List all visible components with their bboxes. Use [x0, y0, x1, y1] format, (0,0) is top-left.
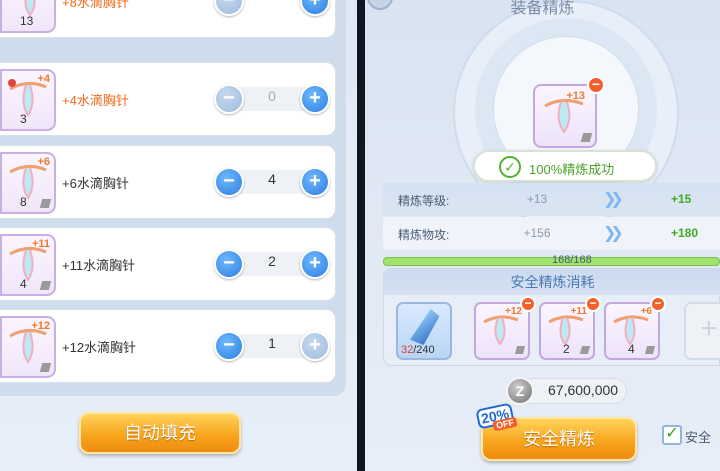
arrow-right-icon: ❯❯ — [603, 225, 624, 242]
plus-icon: + — [700, 312, 718, 345]
minus-button[interactable]: − — [214, 84, 244, 114]
zeny-cost-value: 67,600,000 — [548, 382, 619, 398]
item-name: +6水滴胸针 — [62, 176, 129, 191]
stat-label: 精炼等级: — [398, 194, 450, 208]
plus-button[interactable]: + — [300, 249, 330, 279]
stat-label: 精炼物攻: — [398, 228, 450, 242]
material-count: 2 — [563, 342, 570, 356]
quantity-stepper: 1 − + — [214, 331, 330, 361]
quantity-value: 4 — [268, 171, 276, 187]
quantity-value: 0 — [268, 88, 276, 104]
refine-panel: 装备精炼 +13 − ✓ 100%精炼成功 精炼等级: +13 ❯❯ +15 精… — [365, 0, 720, 471]
material-slot[interactable]: +11 2 − — [539, 296, 601, 360]
item-count: 8 — [20, 195, 27, 209]
equipment-slot[interactable]: +13 − — [533, 76, 605, 148]
zeny-coin-icon: Z — [506, 377, 534, 405]
item-icon[interactable]: +6 8 — [0, 152, 56, 214]
refine-level-row: 精炼等级: +13 ❯❯ +15 — [383, 183, 720, 216]
list-item: 13 +8水滴胸针 − + — [0, 0, 336, 38]
crystal-icon — [408, 309, 442, 345]
remove-icon[interactable]: − — [520, 296, 536, 312]
plus-button[interactable]: + — [300, 84, 330, 114]
success-rate-badge: ✓ 100%精炼成功 — [473, 150, 657, 182]
refine-level: +12 — [505, 306, 522, 317]
minus-button[interactable]: − — [214, 331, 244, 361]
stat-from: +156 — [523, 226, 551, 240]
material-slot[interactable]: +12 − — [474, 296, 536, 360]
item-icon[interactable]: +4 3 — [0, 69, 56, 131]
item-name: +12水滴胸针 — [62, 340, 137, 355]
item-icon[interactable]: 13 — [0, 0, 56, 33]
quantity-stepper: − + — [214, 0, 330, 16]
remove-icon[interactable]: − — [585, 296, 601, 312]
list-item: +11 4 +11水滴胸针 2 − + — [0, 227, 336, 301]
safe-checkbox[interactable]: ✓ — [662, 425, 682, 445]
safe-label: 安全 — [685, 430, 712, 445]
discount-badge: 20% OFF — [473, 402, 523, 434]
refine-level: +6 — [37, 156, 50, 168]
remove-icon[interactable]: − — [587, 76, 605, 94]
check-icon: ✓ — [499, 156, 521, 178]
crystal-count: 32/240 — [401, 344, 435, 356]
material-selection-panel: 13 +8水滴胸针 − + +4 3 +4水滴胸针 0 − + +6 8 +6水… — [0, 0, 357, 471]
success-rate-text: 100%精炼成功 — [529, 162, 615, 177]
item-icon[interactable]: +12 — [0, 316, 56, 378]
refine-level: +4 — [37, 73, 50, 85]
progress-text: 168/168 — [552, 254, 592, 266]
refine-level: +12 — [31, 320, 50, 332]
quantity-stepper: 2 − + — [214, 249, 330, 279]
item-name: +11水滴胸针 — [62, 258, 136, 273]
panel-title: 装备精炼 — [510, 0, 575, 17]
quantity-stepper: 0 − + — [214, 84, 330, 114]
item-icon[interactable]: +11 4 — [0, 234, 56, 296]
crystal-slot[interactable]: 32/240 — [396, 302, 452, 360]
stat-to: +180 — [671, 226, 699, 240]
plus-button[interactable]: + — [300, 331, 330, 361]
quantity-value: 1 — [268, 335, 276, 351]
item-count: 4 — [20, 277, 27, 291]
item-name: +4水滴胸针 — [62, 93, 129, 108]
minus-button[interactable]: − — [214, 0, 244, 16]
refine-level: +11 — [31, 238, 50, 250]
remove-icon[interactable]: − — [650, 296, 666, 312]
safe-refine-cost-panel: 安全精炼消耗 32/240 +12 − +11 2 − +6 4 − + — [383, 268, 720, 366]
plus-button[interactable]: + — [300, 0, 330, 16]
item-count: 13 — [20, 14, 34, 28]
cost-title: 安全精炼消耗 — [384, 269, 720, 295]
list-item: +6 8 +6水滴胸针 4 − + — [0, 145, 336, 219]
list-item: +12 +12水滴胸针 1 − + — [0, 309, 336, 383]
refine-level: +11 — [570, 306, 587, 317]
refine-attack-row: 精炼物攻: +156 ❯❯ +180 — [383, 217, 720, 250]
auto-fill-button[interactable]: 自动填充 — [79, 412, 241, 454]
plus-button[interactable]: + — [300, 167, 330, 197]
material-slot[interactable]: +6 4 − — [604, 296, 666, 360]
item-name: +8水滴胸针 — [62, 0, 129, 10]
arrow-right-icon: ❯❯ — [603, 191, 624, 208]
quantity-stepper: 4 − + — [214, 167, 330, 197]
add-material-slot[interactable]: + — [684, 302, 720, 360]
stat-from: +13 — [526, 192, 548, 206]
material-count: 4 — [628, 342, 635, 356]
list-item: +4 3 +4水滴胸针 0 − + — [0, 62, 336, 136]
minus-button[interactable]: − — [214, 249, 244, 279]
refine-level: +13 — [566, 90, 585, 102]
panel-divider — [357, 0, 365, 471]
minus-button[interactable]: − — [214, 167, 244, 197]
quantity-value: 2 — [268, 253, 276, 269]
item-count: 3 — [20, 112, 27, 126]
stat-to: +15 — [671, 192, 692, 206]
